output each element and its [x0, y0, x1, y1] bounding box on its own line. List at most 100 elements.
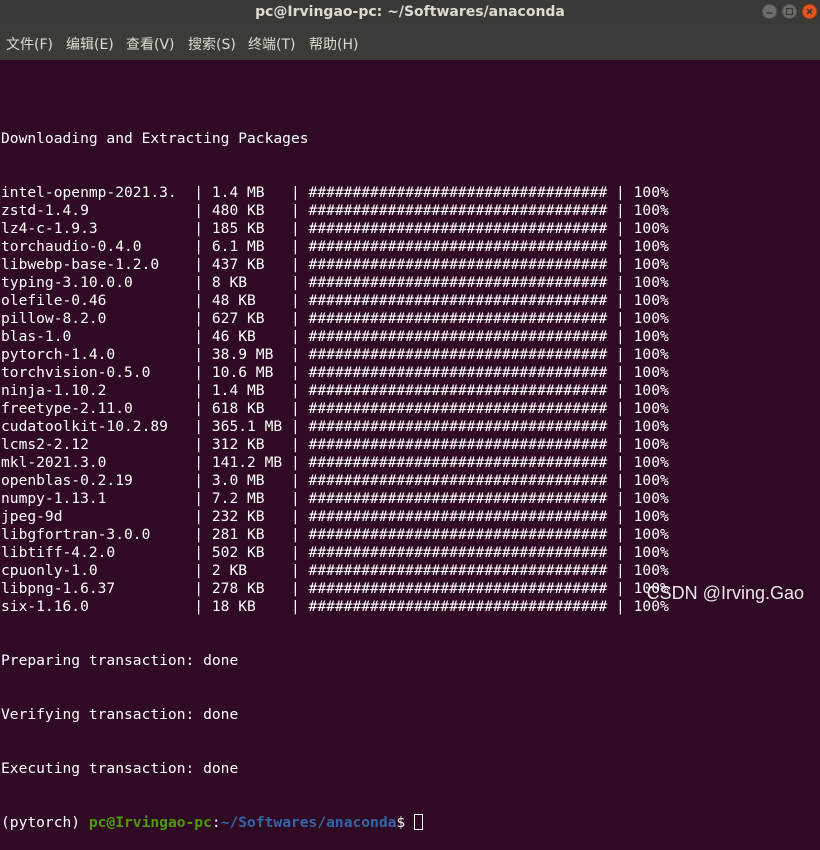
package-row: numpy-1.13.1 | 7.2 MB | ################…: [1, 490, 820, 508]
column-separator: |: [607, 400, 634, 417]
column-separator: |: [282, 562, 309, 579]
package-row: pillow-8.2.0 | 627 KB | ################…: [1, 310, 820, 328]
prompt-symbol: $: [396, 814, 414, 831]
menu-terminal[interactable]: 终端(T): [248, 34, 295, 54]
column-separator: |: [607, 526, 634, 543]
package-name: ninja-1.10.2: [1, 382, 186, 399]
terminal-output[interactable]: Downloading and Extracting Packages inte…: [1, 94, 820, 850]
column-separator: |: [185, 364, 212, 381]
package-percent: 100%: [633, 454, 669, 471]
package-percent: 100%: [633, 562, 669, 579]
package-name: cpuonly-1.0: [1, 562, 186, 579]
package-row: ninja-1.10.2 | 1.4 MB | ################…: [1, 382, 820, 400]
column-separator: |: [607, 274, 634, 291]
package-name: libgfortran-3.0.0: [1, 526, 186, 543]
package-name: libwebp-base-1.2.0: [1, 256, 186, 273]
prompt-line[interactable]: (pytorch) pc@Irvingao-pc:~/Softwares/ana…: [1, 814, 820, 832]
column-separator: |: [607, 382, 634, 399]
package-percent: 100%: [633, 346, 669, 363]
package-name: jpeg-9d: [1, 508, 186, 525]
package-progress-bar: ##################################: [308, 580, 608, 597]
download-header: Downloading and Extracting Packages: [1, 130, 309, 147]
package-name: mkl-2021.3.0: [1, 454, 186, 471]
package-percent: 100%: [633, 184, 669, 201]
package-row: lcms2-2.12 | 312 KB | ##################…: [1, 436, 820, 454]
column-separator: |: [282, 436, 309, 453]
column-separator: |: [185, 292, 212, 309]
maximize-icon[interactable]: [782, 4, 797, 19]
package-percent: 100%: [633, 256, 669, 273]
package-percent: 100%: [633, 526, 669, 543]
menu-bar: 文件(F) 编辑(E) 查看(V) 搜索(S) 终端(T) 帮助(H): [0, 25, 820, 60]
package-row: mkl-2021.3.0 | 141.2 MB | ##############…: [1, 454, 820, 472]
package-progress-bar: ##################################: [308, 364, 608, 381]
package-progress-bar: ##################################: [308, 328, 608, 345]
menu-help[interactable]: 帮助(H): [309, 34, 358, 54]
package-percent: 100%: [633, 202, 669, 219]
column-separator: |: [185, 580, 212, 597]
package-row: libwebp-base-1.2.0 | 437 KB | ##########…: [1, 256, 820, 274]
menu-file[interactable]: 文件(F): [6, 34, 53, 54]
package-row: libtiff-4.2.0 | 502 KB | ###############…: [1, 544, 820, 562]
package-name: intel-openmp-2021.3.: [1, 184, 186, 201]
package-progress-bar: ##################################: [308, 562, 608, 579]
column-separator: |: [607, 184, 634, 201]
package-percent: 100%: [633, 508, 669, 525]
window-titlebar[interactable]: pc@Irvingao-pc: ~/Softwares/anaconda: [0, 0, 820, 25]
close-icon[interactable]: [802, 4, 817, 19]
column-separator: |: [607, 490, 634, 507]
package-name: lcms2-2.12: [1, 436, 186, 453]
menu-edit[interactable]: 编辑(E): [66, 34, 114, 54]
package-name: six-1.16.0: [1, 598, 186, 615]
column-separator: |: [185, 490, 212, 507]
package-progress-bar: ##################################: [308, 220, 608, 237]
package-size: 502 KB: [211, 544, 283, 561]
column-separator: |: [185, 526, 212, 543]
column-separator: |: [607, 508, 634, 525]
package-row: lz4-c-1.9.3 | 185 KB | #################…: [1, 220, 820, 238]
column-separator: |: [282, 346, 309, 363]
package-name: olefile-0.46: [1, 292, 186, 309]
minimize-icon[interactable]: [762, 4, 777, 19]
status-preparing: Preparing transaction: done: [1, 652, 239, 669]
package-size: 10.6 MB: [211, 364, 283, 381]
package-progress-bar: ##################################: [308, 454, 608, 471]
column-separator: |: [185, 400, 212, 417]
column-separator: |: [607, 328, 634, 345]
package-percent: 100%: [633, 274, 669, 291]
package-progress-bar: ##################################: [308, 346, 608, 363]
package-size: 8 KB: [211, 274, 283, 291]
package-percent: 100%: [633, 418, 669, 435]
column-separator: |: [185, 346, 212, 363]
package-row: torchvision-0.5.0 | 10.6 MB | ##########…: [1, 364, 820, 382]
menu-view[interactable]: 查看(V): [126, 34, 175, 54]
package-row: torchaudio-0.4.0 | 6.1 MB | ############…: [1, 238, 820, 256]
column-separator: |: [185, 328, 212, 345]
package-size: 185 KB: [211, 220, 283, 237]
package-progress-bar: ##################################: [308, 184, 608, 201]
column-separator: |: [282, 598, 309, 615]
menu-search[interactable]: 搜索(S): [188, 34, 236, 54]
package-name: typing-3.10.0.0: [1, 274, 186, 291]
status-verifying: Verifying transaction: done: [1, 706, 239, 723]
column-separator: |: [282, 238, 309, 255]
package-row: zstd-1.4.9 | 480 KB | ##################…: [1, 202, 820, 220]
package-name: torchvision-0.5.0: [1, 364, 186, 381]
package-size: 1.4 MB: [211, 382, 283, 399]
column-separator: |: [185, 220, 212, 237]
package-name: freetype-2.11.0: [1, 400, 186, 417]
column-separator: |: [607, 562, 634, 579]
package-progress-bar: ##################################: [308, 472, 608, 489]
column-separator: |: [607, 418, 634, 435]
column-separator: |: [185, 256, 212, 273]
column-separator: |: [282, 454, 309, 471]
package-progress-bar: ##################################: [308, 436, 608, 453]
column-separator: |: [282, 508, 309, 525]
column-separator: |: [607, 310, 634, 327]
column-separator: |: [185, 238, 212, 255]
package-size: 2 KB: [211, 562, 283, 579]
column-separator: |: [607, 544, 634, 561]
package-size: 7.2 MB: [211, 490, 283, 507]
column-separator: |: [282, 472, 309, 489]
column-separator: |: [185, 472, 212, 489]
